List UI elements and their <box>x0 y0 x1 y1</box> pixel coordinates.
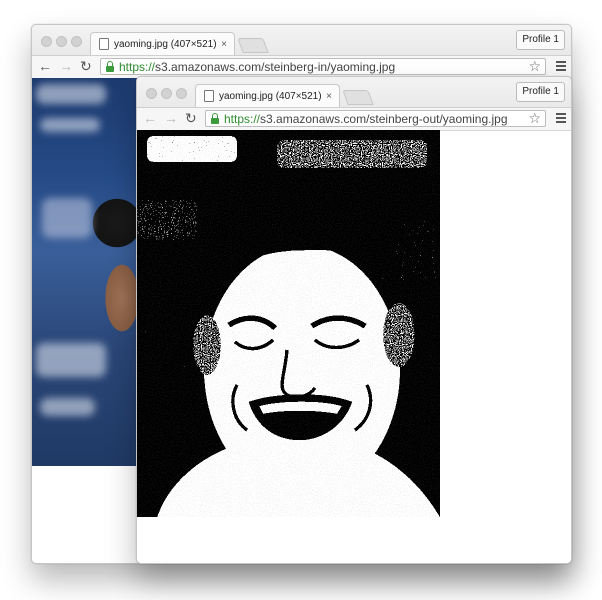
lock-icon <box>106 61 114 72</box>
zoom-window-button[interactable] <box>176 88 187 99</box>
tab-yaoming[interactable]: yaoming.jpg (407×521) × <box>195 84 340 107</box>
minimize-window-button[interactable] <box>161 88 172 99</box>
url-text: https://s3.amazonaws.com/steinberg-out/y… <box>224 111 508 126</box>
lock-icon <box>211 113 219 124</box>
back-icon[interactable]: ← <box>38 58 52 75</box>
tab-yaoming[interactable]: yaoming.jpg (407×521) × <box>90 32 235 55</box>
zoom-window-button[interactable] <box>71 36 82 47</box>
tab-title: yaoming.jpg (407×521) <box>219 90 322 102</box>
page-icon <box>99 38 109 50</box>
reload-icon[interactable]: ↻ <box>185 110 197 127</box>
minimize-window-button[interactable] <box>56 36 67 47</box>
close-window-button[interactable] <box>146 88 157 99</box>
profile-button[interactable]: Profile 1 <box>516 30 565 50</box>
forward-icon[interactable]: → <box>59 58 73 75</box>
tab-title: yaoming.jpg (407×521) <box>114 38 217 50</box>
bookmark-star-icon[interactable]: ☆ <box>528 111 541 126</box>
forward-icon[interactable]: → <box>164 110 178 127</box>
bookmark-star-icon[interactable]: ☆ <box>528 59 541 74</box>
color-photo <box>32 78 137 466</box>
reload-icon[interactable]: ↻ <box>80 58 92 75</box>
dithered-photo <box>137 130 440 517</box>
title-bar[interactable]: yaoming.jpg (407×521) × Profile 1 <box>32 25 571 56</box>
menu-icon[interactable] <box>556 113 566 123</box>
new-tab-button[interactable] <box>237 38 269 53</box>
page-icon <box>204 90 214 102</box>
toolbar: ← → ↻ https://s3.amazonaws.com/steinberg… <box>137 108 571 131</box>
title-bar[interactable]: yaoming.jpg (407×521) × Profile 1 <box>137 77 571 108</box>
browser-window-front[interactable]: yaoming.jpg (407×521) × Profile 1 ← → ↻ … <box>136 76 572 564</box>
menu-icon[interactable] <box>556 61 566 71</box>
profile-button[interactable]: Profile 1 <box>516 82 565 102</box>
address-bar[interactable]: https://s3.amazonaws.com/steinberg-in/ya… <box>100 58 546 75</box>
new-tab-button[interactable] <box>342 90 374 105</box>
tab-close-icon[interactable]: × <box>218 39 230 50</box>
url-text: https://s3.amazonaws.com/steinberg-in/ya… <box>119 59 396 74</box>
tab-close-icon[interactable]: × <box>323 91 335 102</box>
back-icon[interactable]: ← <box>143 110 157 127</box>
address-bar[interactable]: https://s3.amazonaws.com/steinberg-out/y… <box>205 110 546 127</box>
close-window-button[interactable] <box>41 36 52 47</box>
